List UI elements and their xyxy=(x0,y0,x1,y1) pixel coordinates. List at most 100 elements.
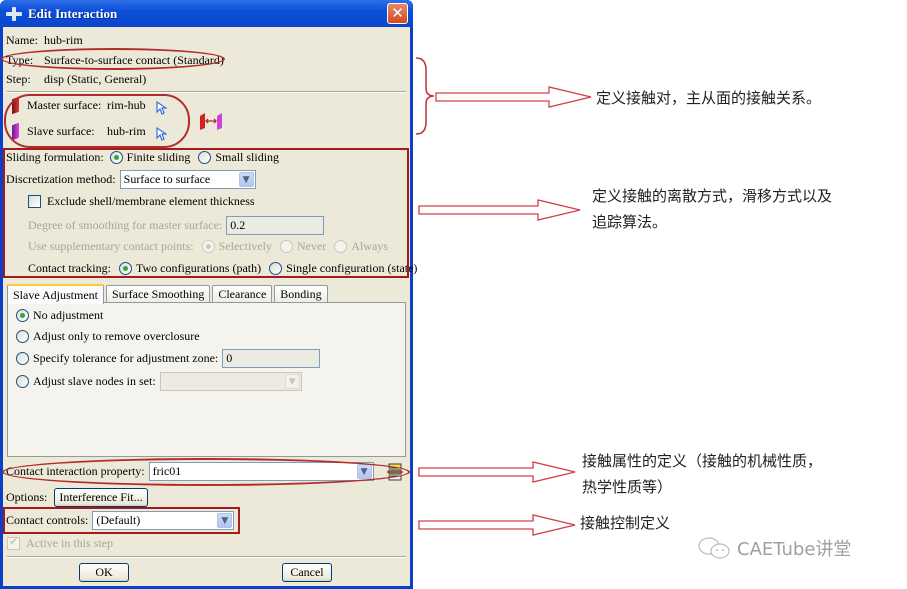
property-select[interactable]: fric01 ▼ xyxy=(148,462,374,481)
property-row: Contact interaction property: fric01 ▼ xyxy=(6,462,374,481)
sliding-formulation-row: Sliding formulation: Finite sliding Smal… xyxy=(6,150,279,165)
master-surface-icon xyxy=(12,96,19,115)
exclude-thickness-checkbox[interactable] xyxy=(28,195,41,208)
discretization-select[interactable]: Surface to surface ▼ xyxy=(119,170,256,189)
chevron-down-icon[interactable]: ▼ xyxy=(217,513,233,528)
step-row: Step: disp (Static, General) xyxy=(6,72,146,87)
contact-controls-select[interactable]: (Default) ▼ xyxy=(92,511,235,530)
slave-adjustment-panel: No adjustment Adjust only to remove over… xyxy=(7,302,406,457)
tab-surface-smoothing[interactable]: Surface Smoothing xyxy=(106,285,211,303)
finite-sliding-radio[interactable] xyxy=(109,151,123,164)
annotation-property-line2: 热学性质等） xyxy=(582,478,673,496)
arrow-icon xyxy=(418,461,576,483)
exclude-thickness-label[interactable]: Exclude shell/membrane element thickness xyxy=(47,194,255,209)
single-configuration-radio[interactable] xyxy=(269,262,283,275)
never-radio[interactable] xyxy=(279,240,293,253)
selectively-label[interactable]: Selectively xyxy=(219,239,272,254)
finite-sliding-label[interactable]: Finite sliding xyxy=(127,150,191,165)
tolerance-label[interactable]: Specify tolerance for adjustment zone: xyxy=(33,351,218,366)
annotation-controls: 接触控制定义 xyxy=(580,514,671,532)
tab-bonding[interactable]: Bonding xyxy=(274,285,328,303)
slave-surface-row: Slave surface: hub-rim xyxy=(12,122,146,141)
node-set-label[interactable]: Adjust slave nodes in set: xyxy=(33,374,156,389)
supplementary-points-label: Use supplementary contact points: xyxy=(28,239,194,253)
single-configuration-label[interactable]: Single configuration (state) xyxy=(286,261,417,276)
smoothing-row: Degree of smoothing for master surface: … xyxy=(28,216,325,235)
wechat-icon xyxy=(698,537,730,559)
swap-surfaces-icon[interactable] xyxy=(199,111,223,131)
node-set-select[interactable]: ▼ xyxy=(159,372,302,391)
discretization-label: Discretization method: xyxy=(6,172,116,186)
annotation-property: 接触属性的定义（接触的机械性质， 热学性质等） xyxy=(582,448,822,500)
chevron-down-icon[interactable]: ▼ xyxy=(238,172,254,187)
tolerance-input[interactable]: 0 xyxy=(222,349,321,368)
pick-master-surface-icon[interactable] xyxy=(156,101,167,115)
ok-button[interactable]: OK xyxy=(79,563,129,582)
type-label: Type: xyxy=(6,53,34,67)
active-step-label[interactable]: Active in this step xyxy=(26,536,113,551)
active-step-row: ✔ Active in this step xyxy=(7,535,113,551)
remove-overclosure-row: Adjust only to remove overclosure xyxy=(16,329,200,344)
name-label: Name: xyxy=(6,33,38,47)
name-value: hub-rim xyxy=(44,33,83,47)
property-value: fric01 xyxy=(152,464,182,478)
slave-surface-label: Slave surface: xyxy=(27,124,95,138)
pick-slave-surface-icon[interactable] xyxy=(156,127,167,141)
master-surface-row: Master surface: rim-hub xyxy=(12,96,146,115)
tolerance-row: Specify tolerance for adjustment zone: 0 xyxy=(16,349,321,368)
checkmark-icon: ✔ xyxy=(9,535,19,548)
contact-controls-row: Contact controls: (Default) ▼ xyxy=(6,511,235,530)
tab-bar: Slave Adjustment Surface Smoothing Clear… xyxy=(7,283,330,304)
arrow-icon xyxy=(418,514,576,536)
contact-tracking-row: Contact tracking: Two configurations (pa… xyxy=(28,261,417,276)
master-surface-value: rim-hub xyxy=(107,98,146,112)
selectively-radio[interactable] xyxy=(201,240,215,253)
contact-controls-value: (Default) xyxy=(96,513,141,527)
two-configurations-radio[interactable] xyxy=(118,262,132,275)
sliding-formulation-label: Sliding formulation: xyxy=(6,150,104,164)
type-value: Surface-to-surface contact (Standard) xyxy=(44,53,224,67)
annotation-formulation-line1: 定义接触的离散方式，滑移方式以及 xyxy=(592,187,833,205)
supplementary-points-row: Use supplementary contact points: Select… xyxy=(28,239,388,254)
no-adjustment-radio[interactable] xyxy=(16,309,29,322)
annotation-formulation: 定义接触的离散方式，滑移方式以及 追踪算法。 xyxy=(592,183,832,235)
remove-overclosure-label[interactable]: Adjust only to remove overclosure xyxy=(33,329,200,344)
tab-slave-adjustment[interactable]: Slave Adjustment xyxy=(7,284,104,304)
smoothing-label: Degree of smoothing for master surface: xyxy=(28,218,223,232)
small-sliding-label[interactable]: Small sliding xyxy=(215,150,279,165)
step-value: disp (Static, General) xyxy=(44,72,147,86)
interference-fit-button[interactable]: Interference Fit... xyxy=(54,488,148,507)
always-label[interactable]: Always xyxy=(351,239,388,254)
tolerance-radio[interactable] xyxy=(16,352,29,365)
arrow-icon xyxy=(435,86,592,108)
slave-surface-icon xyxy=(12,122,19,141)
move-icon xyxy=(6,6,22,21)
never-label[interactable]: Never xyxy=(297,239,326,254)
title-bar[interactable]: Edit Interaction ✕ xyxy=(0,0,413,27)
discretization-value: Surface to surface xyxy=(123,172,211,186)
master-surface-label: Master surface: xyxy=(27,98,102,112)
tab-clearance[interactable]: Clearance xyxy=(212,285,273,303)
two-configurations-label[interactable]: Two configurations (path) xyxy=(136,261,261,276)
annotation-formulation-line2: 追踪算法。 xyxy=(592,213,668,231)
no-adjustment-row: No adjustment xyxy=(16,308,103,323)
separator xyxy=(7,556,406,558)
smoothing-input[interactable]: 0.2 xyxy=(226,216,325,235)
separator xyxy=(7,91,406,93)
active-step-checkbox[interactable]: ✔ xyxy=(7,535,20,550)
property-manager-icon[interactable] xyxy=(387,463,403,481)
cancel-button[interactable]: Cancel xyxy=(282,563,332,582)
watermark: CAETube讲堂 xyxy=(697,535,851,561)
dialog-title: Edit Interaction xyxy=(28,5,118,21)
node-set-radio[interactable] xyxy=(16,375,29,388)
chevron-down-icon[interactable]: ▼ xyxy=(356,464,372,479)
small-sliding-radio[interactable] xyxy=(198,151,212,164)
chevron-down-icon[interactable]: ▼ xyxy=(284,374,300,389)
no-adjustment-label[interactable]: No adjustment xyxy=(33,308,103,323)
annotation-contact-pair: 定义接触对，主从面的接触关系。 xyxy=(596,89,822,107)
close-button[interactable]: ✕ xyxy=(387,3,408,24)
remove-overclosure-radio[interactable] xyxy=(16,330,29,343)
name-row: Name: hub-rim xyxy=(6,33,83,48)
arrow-icon xyxy=(418,199,581,221)
always-radio[interactable] xyxy=(334,240,348,253)
